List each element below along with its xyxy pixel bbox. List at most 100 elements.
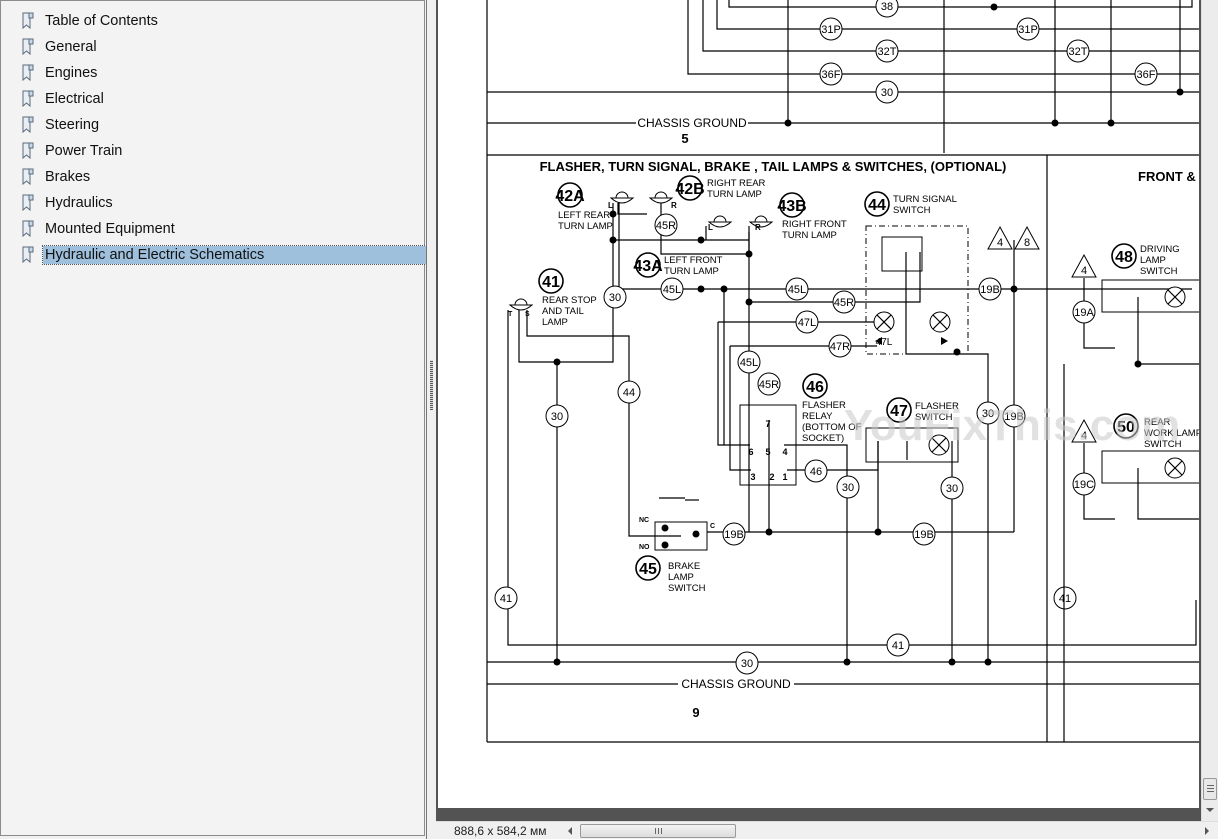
- bookmark-item[interactable]: Hydraulics: [21, 192, 115, 214]
- component-label: TURN LAMP: [782, 230, 837, 241]
- bookmark-icon: [21, 12, 35, 30]
- component-id: 48: [1115, 249, 1133, 266]
- bookmarks-panel: Table of Contents General Engines Electrica…: [0, 0, 427, 836]
- junction-dot: [1010, 285, 1018, 293]
- lamp-symbol: [615, 191, 629, 199]
- wire-number: 32T: [1069, 46, 1088, 58]
- junction-dot: [697, 285, 705, 293]
- wire: [728, 0, 1193, 8]
- lamp-symbol: [514, 298, 528, 306]
- component-id: 42A: [555, 188, 585, 205]
- bookmark-icon: [21, 168, 35, 186]
- junction-dot: [1051, 119, 1059, 127]
- bookmark-item[interactable]: Electrical: [21, 88, 106, 110]
- bookmark-item[interactable]: Steering: [21, 114, 101, 136]
- page-size-readout: 888,6 x 584,2 мм: [454, 824, 547, 838]
- splitter-grip[interactable]: [430, 360, 433, 410]
- bookmark-item[interactable]: General: [21, 36, 99, 58]
- wire-number: 45L: [740, 357, 758, 369]
- wire-number: 30: [741, 658, 753, 670]
- section-title: FRONT &: [1138, 169, 1196, 184]
- wire-number: 30: [609, 292, 621, 304]
- lamp-symbol: [508, 304, 534, 311]
- wire-number: 19C: [1074, 479, 1094, 491]
- bookmark-label: Power Train: [45, 143, 123, 159]
- lamp-terminal: R: [671, 201, 677, 210]
- wire: [702, 0, 1199, 52]
- wire-number: 30: [551, 411, 563, 423]
- bookmark-icon: [21, 90, 35, 108]
- lamp-symbol: [713, 215, 727, 223]
- bookmark-item[interactable]: Engines: [21, 62, 99, 84]
- junction-dot: [661, 541, 669, 549]
- bookmark-label: Hydraulic and Electric Schematics: [42, 245, 427, 265]
- horizontal-scroll-thumb[interactable]: [580, 824, 736, 838]
- bookmark-icon: [21, 142, 35, 160]
- component-label: FLASHER: [802, 400, 846, 411]
- bookmark-label: Table of Contents: [45, 13, 158, 29]
- right-arrow-icon: [941, 337, 948, 345]
- bookmark-item[interactable]: Brakes: [21, 166, 92, 188]
- bookmark-label: Engines: [45, 65, 98, 81]
- bookmark-item[interactable]: Power Train: [21, 140, 124, 162]
- component-label: LAMP: [1140, 255, 1166, 266]
- junction-dot: [784, 119, 792, 127]
- junction-dot: [661, 524, 669, 532]
- status-bar: 888,6 x 584,2 мм: [436, 821, 1218, 839]
- bookmark-item[interactable]: Table of Contents: [21, 10, 160, 32]
- junction-dot: [720, 285, 728, 293]
- section-number: 9: [692, 705, 699, 720]
- junction-dot: [609, 236, 617, 244]
- lamp-symbol: [754, 215, 768, 223]
- scroll-left-arrow-icon[interactable]: [568, 827, 572, 835]
- junction-dot: [948, 658, 956, 666]
- wire-number: 19B: [724, 529, 744, 541]
- component-label: REAR STOP: [542, 295, 597, 306]
- ground-label: CHASSIS GROUND: [681, 677, 791, 691]
- component-label: LAMP: [542, 317, 568, 328]
- bookmark-item[interactable]: Hydraulic and Electric Schematics: [21, 244, 427, 266]
- wire-number: 30: [881, 87, 893, 99]
- component-label: TURN LAMP: [664, 266, 719, 277]
- component-label: RIGHT REAR: [707, 178, 766, 189]
- component-label: RIGHT FRONT: [782, 219, 847, 230]
- junction-dot: [984, 658, 992, 666]
- wire-number: 38: [881, 1, 893, 13]
- bookmark-icon: [21, 220, 35, 238]
- wire-number: 32T: [878, 46, 897, 58]
- wire-number: 45R: [834, 297, 854, 309]
- bookmark-item[interactable]: Mounted Equipment: [21, 218, 177, 240]
- triangle-number: 4: [997, 237, 1003, 249]
- component-label: SWITCH: [1140, 266, 1178, 277]
- component-id: 42B: [675, 181, 704, 198]
- bookmark-label: Electrical: [45, 91, 104, 107]
- component-label: AND TAIL: [542, 306, 584, 317]
- component-label: TURN SIGNAL: [893, 194, 957, 205]
- component-label: LEFT FRONT: [664, 255, 723, 266]
- wire-number: 31P: [821, 24, 841, 36]
- scroll-right-arrow-icon[interactable]: [1205, 827, 1209, 835]
- relay-pin-label: 5: [765, 447, 770, 457]
- document-view[interactable]: 38 31P 31P 32T 32T 36F 36F 30 CHASSIS GROUND 5 FLA…: [436, 0, 1201, 821]
- component-label: LEFT REAR: [558, 210, 610, 221]
- switch-terminal: NO: [639, 544, 650, 551]
- horizontal-scrollbar[interactable]: [568, 822, 1218, 839]
- vertical-scroll-thumb[interactable]: [1203, 778, 1217, 800]
- vertical-scrollbar[interactable]: [1201, 0, 1218, 821]
- wire-number: 41: [892, 640, 904, 652]
- bookmark-label: Steering: [45, 117, 100, 133]
- wire-number: 45R: [656, 220, 676, 232]
- bookmark-label: Mounted Equipment: [45, 221, 175, 237]
- wire-number: 19B: [980, 284, 1000, 296]
- wire-number: 45L: [663, 284, 681, 296]
- scroll-down-arrow-icon[interactable]: [1206, 808, 1214, 812]
- junction-dot: [1107, 119, 1115, 127]
- relay-pin-label: 1: [782, 472, 787, 482]
- switch-terminal: NC: [639, 517, 649, 524]
- wire-number: 30: [842, 482, 854, 494]
- lamp-terminal: L: [608, 201, 613, 210]
- junction-dot: [745, 298, 753, 306]
- lamp-symbol: [748, 221, 774, 228]
- wire-number: 41: [1059, 593, 1071, 605]
- bookmark-label: Brakes: [45, 169, 91, 185]
